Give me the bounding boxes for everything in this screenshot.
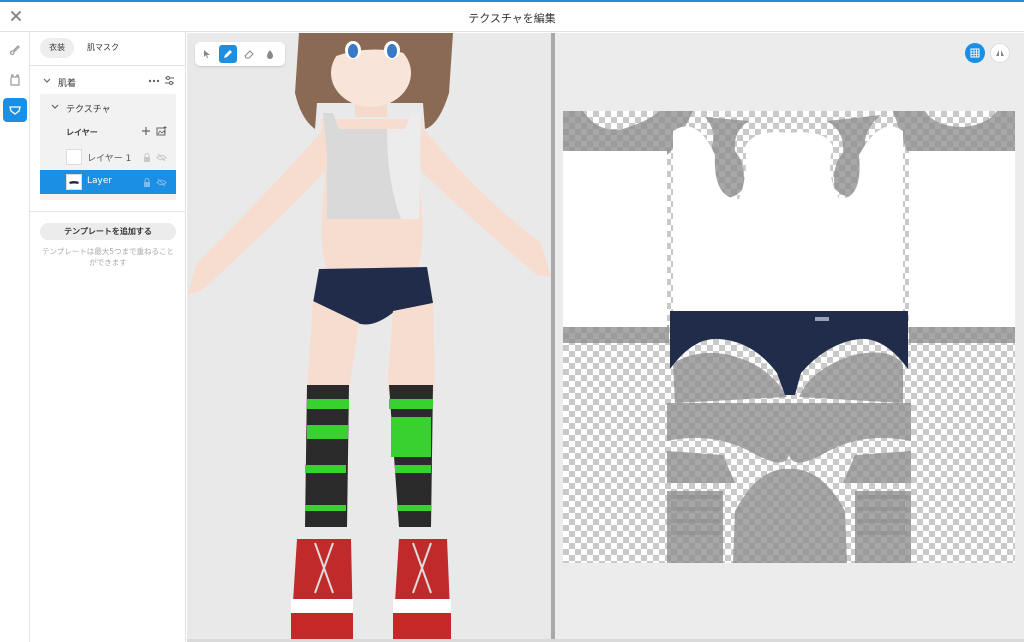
layer-name: レイヤー 1 xyxy=(87,154,132,164)
uv-island xyxy=(855,491,911,563)
eraser-icon xyxy=(244,50,254,59)
symmetry-button[interactable] xyxy=(990,43,1010,63)
uv-island xyxy=(909,325,1015,343)
shoe-platform xyxy=(393,613,451,642)
clothing-icon xyxy=(10,74,20,86)
uv-texture-view[interactable] xyxy=(555,33,1024,642)
texture-panel: 衣装 肌マスク 肌着 テクスチャ レイヤー レイヤー 1 Layer テンプレー… xyxy=(30,32,186,642)
visibility-off-icon[interactable] xyxy=(156,178,167,187)
brush-tool-button[interactable] xyxy=(3,38,27,62)
grid-view-button[interactable] xyxy=(965,43,985,63)
pencil-icon xyxy=(224,50,232,58)
tab-costume[interactable]: 衣装 xyxy=(40,38,74,58)
part-name: 肌着 xyxy=(58,79,77,89)
layer-name: Layer xyxy=(87,176,113,186)
layer-thumbnail-graphic xyxy=(69,181,79,184)
shoe-sole xyxy=(393,599,451,613)
uv-island xyxy=(799,352,903,403)
uv-island xyxy=(667,491,723,563)
add-image-layer-icon[interactable] xyxy=(156,126,167,136)
tab-skin-mask[interactable]: 肌マスク xyxy=(78,38,128,58)
layers-header: レイヤー xyxy=(66,128,98,137)
chevron-down-icon[interactable] xyxy=(50,102,60,112)
uv-island xyxy=(667,403,911,463)
divider xyxy=(30,211,186,212)
right-thigh xyxy=(387,303,435,391)
uv-texture-canvas[interactable] xyxy=(563,111,1015,563)
add-layer-icon[interactable] xyxy=(141,126,151,136)
panel-tabs: 衣装 肌マスク xyxy=(40,38,128,58)
uv-blank-region xyxy=(909,151,1015,327)
tool-rail xyxy=(0,32,30,642)
shoe-sole xyxy=(291,599,353,613)
uv-blank-region xyxy=(563,151,667,327)
layer-thumbnail xyxy=(66,174,82,190)
adjust-sliders-icon[interactable] xyxy=(164,75,175,86)
uv-shorts-label xyxy=(815,317,829,321)
add-template-button[interactable]: テンプレートを追加する xyxy=(40,223,176,240)
uv-blank-region xyxy=(673,126,903,311)
avatar-model xyxy=(187,33,551,642)
uv-island xyxy=(667,451,735,483)
texture-layers-icon xyxy=(9,106,21,115)
pencil-tool-button[interactable] xyxy=(219,45,237,63)
title-bar: テクスチャを編集 xyxy=(0,2,1024,32)
fill-tool-button[interactable] xyxy=(261,45,279,63)
right-arm xyxy=(419,123,551,277)
layer-row[interactable]: レイヤー 1 xyxy=(40,145,176,169)
lock-icon[interactable] xyxy=(143,178,151,187)
uv-islands xyxy=(563,111,1015,563)
brush-icon xyxy=(10,45,20,55)
window-title: テクスチャを編集 xyxy=(468,12,556,25)
visibility-off-icon[interactable] xyxy=(156,153,167,162)
texture-label: テクスチャ xyxy=(66,105,111,115)
drawing-tool-palette xyxy=(195,42,285,66)
template-note: テンプレートは最大5つまで重ねることができます xyxy=(41,247,175,267)
eye xyxy=(387,44,397,58)
eye xyxy=(348,44,358,58)
chevron-down-icon[interactable] xyxy=(42,76,52,86)
uv-island xyxy=(563,325,669,343)
lock-icon[interactable] xyxy=(143,153,151,162)
symmetry-icon xyxy=(996,50,1004,56)
fill-icon xyxy=(267,50,273,59)
clothing-tool-button[interactable] xyxy=(3,68,27,92)
eraser-tool-button[interactable] xyxy=(240,45,258,63)
uv-island xyxy=(893,111,1015,151)
layer-row-selected[interactable]: Layer xyxy=(40,170,176,194)
grid-view-icon xyxy=(970,48,980,58)
left-arm xyxy=(187,123,329,295)
model-preview[interactable] xyxy=(187,33,551,642)
more-options-icon[interactable] xyxy=(148,76,160,86)
select-icon xyxy=(204,50,210,58)
divider xyxy=(30,65,186,66)
layer-thumbnail xyxy=(66,149,82,165)
texture-layers-tool-button[interactable] xyxy=(3,98,27,122)
uv-island xyxy=(843,451,911,483)
select-tool-button[interactable] xyxy=(198,45,216,63)
shoe-platform xyxy=(291,613,353,642)
uv-island xyxy=(733,468,847,563)
